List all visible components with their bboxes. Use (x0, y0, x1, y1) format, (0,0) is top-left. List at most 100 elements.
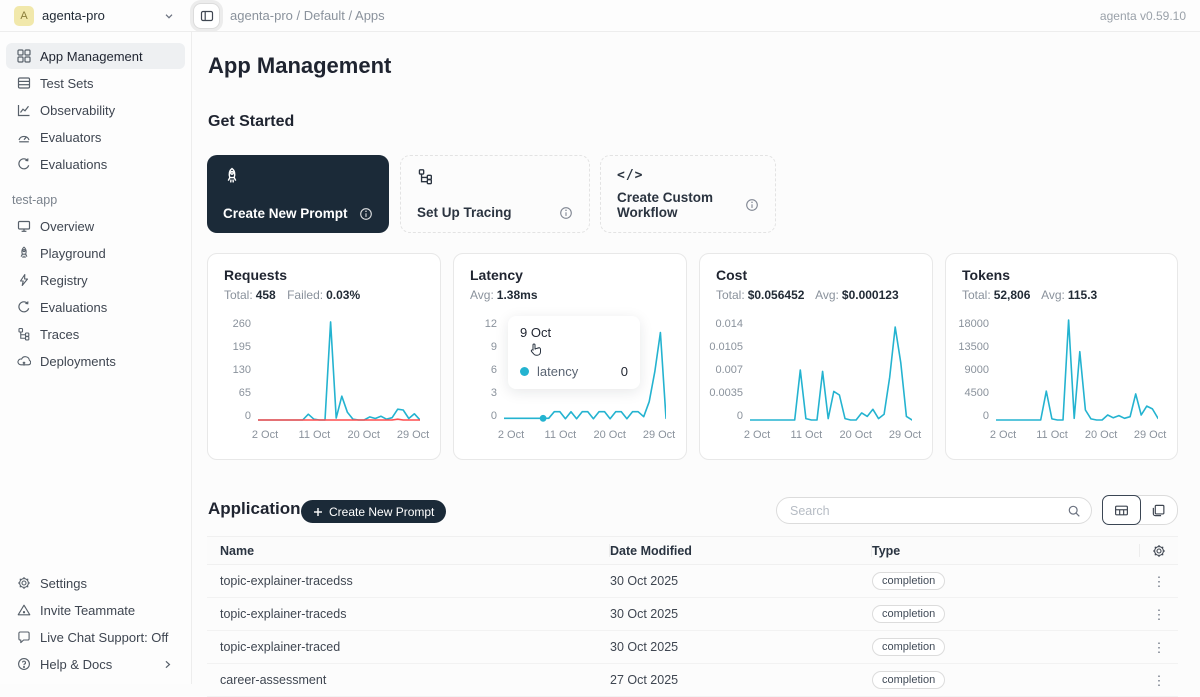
sidebar-item-invite-teammate[interactable]: Invite Teammate (6, 597, 185, 623)
lightning-icon (16, 273, 31, 287)
card-label: Set Up Tracing (417, 205, 512, 220)
requests-chart-card: Requests Total:458 Failed:0.03% 26019513… (207, 253, 441, 460)
hand-cursor-icon (528, 342, 544, 358)
sidebar-item-label: Overview (40, 219, 94, 234)
tokens-line-chart[interactable] (996, 318, 1158, 422)
card-view-button[interactable] (1140, 496, 1177, 524)
breadcrumb[interactable]: agenta-pro / Default / Apps (230, 8, 385, 23)
search-icon[interactable] (1067, 504, 1081, 518)
sidebar-item-label: Observability (40, 103, 115, 118)
app-name: career-assessment (207, 673, 610, 687)
sidebar-item-help-docs[interactable]: Help & Docs (6, 651, 185, 677)
row-menu-icon[interactable]: ⋮ (1153, 575, 1166, 588)
sidebar-item-overview[interactable]: Overview (6, 213, 185, 239)
sidebar-item-evaluators[interactable]: Evaluators (6, 124, 185, 150)
requests-line-chart[interactable] (258, 318, 420, 422)
gauge-icon (16, 130, 31, 144)
sidebar-item-label: Traces (40, 327, 79, 342)
application-heading: Application (208, 499, 301, 519)
search-box (776, 497, 1092, 524)
code-icon: </> (617, 168, 759, 183)
series-dot (520, 367, 529, 376)
set-up-tracing-card[interactable]: Set Up Tracing (400, 155, 590, 233)
info-icon[interactable] (359, 207, 373, 221)
sidebar-footer: Settings Invite Teammate Live Chat Suppo… (0, 569, 191, 678)
info-icon[interactable] (745, 198, 759, 212)
view-mode-switcher (1102, 495, 1178, 525)
sidebar-item-label: Live Chat Support: Off (40, 630, 168, 645)
search-input[interactable] (790, 504, 1067, 518)
row-menu-icon[interactable]: ⋮ (1153, 641, 1166, 654)
trace-tree-icon (417, 168, 434, 185)
app-version: agenta v0.59.10 (1100, 9, 1200, 23)
table-row[interactable]: topic-explainer-traced 30 Oct 2025 compl… (207, 631, 1178, 664)
column-header-date-modified: Date Modified (610, 537, 872, 564)
card-view-icon (1151, 503, 1166, 518)
create-new-prompt-card[interactable]: Create New Prompt (207, 155, 389, 233)
workspace-avatar: A (14, 6, 34, 26)
sidebar-item-label: Help & Docs (40, 657, 112, 672)
sidebar-item-settings[interactable]: Settings (6, 570, 185, 596)
line-chart-icon (16, 103, 31, 117)
sidebar-toggle-button[interactable] (193, 3, 220, 29)
sidebar-item-evaluations-app[interactable]: Evaluations (6, 294, 185, 320)
table-row[interactable]: career-assessment 27 Oct 2025 completion… (207, 664, 1178, 697)
row-menu-icon[interactable]: ⋮ (1153, 674, 1166, 687)
chart-stats: Avg:1.38ms (470, 288, 670, 302)
table-row[interactable]: topic-explainer-tracedss 30 Oct 2025 com… (207, 565, 1178, 598)
trace-tree-icon (16, 327, 31, 341)
chart-title: Tokens (962, 267, 1161, 283)
sidebar-item-label: Settings (40, 576, 87, 591)
chart-tooltip: 9 Oct latency 0 (508, 316, 640, 389)
create-new-prompt-button[interactable]: Create New Prompt (301, 500, 446, 523)
column-header-name: Name (207, 537, 610, 564)
app-date-modified: 30 Oct 2025 (610, 574, 872, 588)
sidebar-item-traces[interactable]: Traces (6, 321, 185, 347)
table-row[interactable]: topic-explainer-traceds 30 Oct 2025 comp… (207, 598, 1178, 631)
workspace-selector[interactable]: A agenta-pro (0, 6, 185, 26)
monitor-icon (16, 219, 31, 233)
table-view-button[interactable] (1102, 495, 1141, 525)
sidebar: App Management Test Sets Observability E… (0, 32, 192, 684)
sidebar-item-label: Playground (40, 246, 106, 261)
row-menu-icon[interactable]: ⋮ (1153, 608, 1166, 621)
sidebar-item-label: Registry (40, 273, 88, 288)
y-axis-labels: 0.0140.01050.0070.00350 (716, 318, 750, 422)
app-name: topic-explainer-traced (207, 640, 610, 654)
create-custom-workflow-card[interactable]: </> Create Custom Workflow (600, 155, 776, 233)
app-date-modified: 30 Oct 2025 (610, 607, 872, 621)
y-axis-labels: 129630 (470, 318, 504, 422)
refresh-circle-icon (16, 157, 31, 171)
sidebar-item-observability[interactable]: Observability (6, 97, 185, 123)
top-bar: A agenta-pro agenta-pro / Default / Apps… (0, 0, 1200, 32)
test-sets-icon (16, 76, 31, 90)
sidebar-item-test-sets[interactable]: Test Sets (6, 70, 185, 96)
info-icon[interactable] (559, 206, 573, 220)
get-started-heading: Get Started (208, 113, 294, 131)
app-type-badge: completion (872, 572, 945, 590)
x-axis-labels: 2 Oct11 Oct20 Oct29 Oct (1003, 429, 1161, 443)
x-axis-labels: 2 Oct11 Oct20 Oct29 Oct (757, 429, 916, 443)
chart-title: Latency (470, 267, 670, 283)
app-type-badge: completion (872, 671, 945, 689)
chevron-right-icon (160, 659, 175, 670)
sidebar-item-label: Deployments (40, 354, 116, 369)
sidebar-item-app-management[interactable]: App Management (6, 43, 185, 69)
card-label: Create Custom Workflow (617, 190, 745, 220)
page-title: App Management (208, 53, 391, 79)
chat-bubble-icon (16, 630, 31, 644)
sidebar-item-deployments[interactable]: Deployments (6, 348, 185, 374)
sidebar-item-label: Test Sets (40, 76, 93, 91)
x-axis-labels: 2 Oct11 Oct20 Oct29 Oct (265, 429, 424, 443)
sidebar-item-live-chat[interactable]: Live Chat Support: Off (6, 624, 185, 650)
x-axis-labels: 2 Oct11 Oct20 Oct29 Oct (511, 429, 670, 443)
applications-table: Name Date Modified Type topic-explainer-… (207, 536, 1178, 697)
column-settings-icon[interactable] (1140, 544, 1178, 558)
cost-line-chart[interactable] (750, 318, 912, 422)
sidebar-item-label: Evaluators (40, 130, 101, 145)
series-name: latency (537, 364, 578, 379)
sidebar-item-evaluations[interactable]: Evaluations (6, 151, 185, 177)
chart-stats: Total:$0.056452 Avg:$0.000123 (716, 288, 916, 302)
sidebar-item-registry[interactable]: Registry (6, 267, 185, 293)
sidebar-item-playground[interactable]: Playground (6, 240, 185, 266)
